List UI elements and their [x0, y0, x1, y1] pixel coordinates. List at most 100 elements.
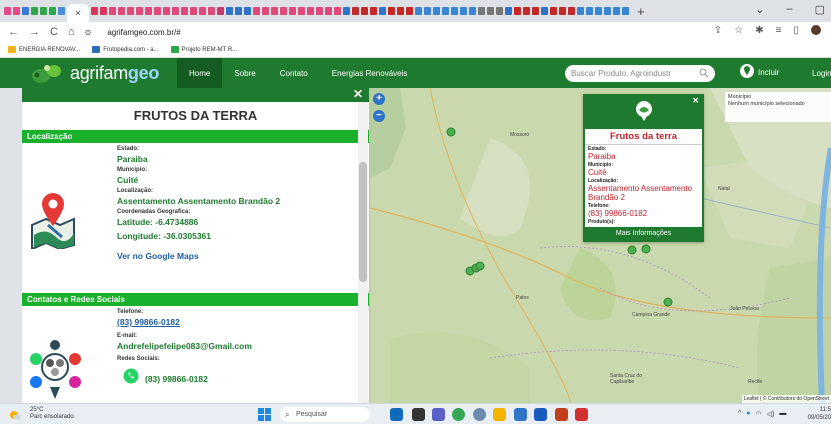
- close-icon[interactable]: ✕: [353, 88, 363, 101]
- login-link[interactable]: Login: [812, 69, 831, 78]
- profile-icon[interactable]: [811, 25, 821, 35]
- map-label-campina: Campina Grande: [632, 312, 671, 318]
- weather-sun-icon[interactable]: [8, 408, 22, 420]
- chevron-up-icon[interactable]: ^: [738, 410, 741, 418]
- search-placeholder: Buscar Produto, Agroindustr: [571, 69, 672, 78]
- pdf-icon[interactable]: [575, 408, 588, 421]
- windows-start-icon[interactable]: [258, 408, 271, 421]
- volume-icon[interactable]: ◁): [767, 410, 775, 418]
- reload-icon[interactable]: C: [50, 26, 58, 38]
- details-panel: ✕ FRUTOS DA TERRA Localização Estado: Pa…: [22, 88, 370, 403]
- lock-icon: ⊜: [84, 27, 92, 37]
- file-explorer-icon[interactable]: [412, 408, 425, 421]
- search-input[interactable]: Buscar Produto, Agroindustr: [565, 65, 715, 82]
- bookmarks-bar: ENERGIA RENOVAV... Frutopedia.com - a...…: [0, 42, 831, 58]
- nav-energias[interactable]: Energias Renováveis: [320, 58, 420, 88]
- sidebar-icon[interactable]: ▯: [793, 25, 799, 36]
- back-icon[interactable]: ←: [8, 26, 19, 38]
- zoom-in-button[interactable]: +: [373, 93, 385, 105]
- site-logo[interactable]: agrifamgeo: [30, 61, 159, 85]
- taskbar-clock[interactable]: 11:5 09/05/20: [800, 406, 831, 422]
- bookmark-projeto[interactable]: Projeto REM-MT R...: [170, 46, 237, 53]
- folder-icon[interactable]: [493, 408, 506, 421]
- battery-icon[interactable]: ▬: [779, 410, 786, 418]
- extensions-icon[interactable]: ✱: [755, 25, 763, 36]
- app-status-icon[interactable]: ●: [746, 410, 750, 418]
- powerpoint-icon[interactable]: [555, 408, 568, 421]
- location-info: Estado: Paraiba Municipio: Cuité Localiz…: [22, 146, 369, 293]
- map-label-joao-pessoa: João Pessoa: [730, 306, 759, 312]
- main-nav: Home Sobre Contato Energias Renováveis: [177, 58, 419, 88]
- weather-widget[interactable]: 25°C Parc ensolarado: [30, 407, 74, 421]
- wifi-icon[interactable]: ◠: [756, 410, 762, 418]
- close-icon[interactable]: ✕: [692, 96, 699, 105]
- minimize-icon[interactable]: –: [786, 3, 792, 16]
- mais-informacoes-button[interactable]: Mais Informações: [585, 227, 702, 240]
- word-icon[interactable]: [534, 408, 547, 421]
- reading-list-icon[interactable]: ≡: [776, 25, 782, 36]
- whatsapp-number: (83) 99866-0182: [145, 373, 208, 384]
- telefone-link[interactable]: (83) 99866-0182: [117, 317, 369, 327]
- search-icon[interactable]: [699, 68, 709, 78]
- store-icon[interactable]: [514, 408, 527, 421]
- email-value[interactable]: Andrefelipefelipe083@Gmail.com: [117, 341, 369, 351]
- nav-sobre[interactable]: Sobre: [222, 58, 267, 88]
- panel-header: ✕: [22, 88, 369, 102]
- map-view[interactable]: + − Mossoró Natal Patos Campina Grande J…: [370, 88, 831, 403]
- popup-title: Frutos da terra: [585, 131, 702, 145]
- estado-label: Estado:: [117, 146, 140, 152]
- map-label-santa-cruz: Santa Cruz do Capibaribe: [610, 373, 642, 385]
- clock-date: 09/05/20: [807, 415, 831, 421]
- forward-icon[interactable]: →: [29, 26, 40, 38]
- tab-favicons[interactable]: ×: [4, 0, 629, 22]
- nav-home[interactable]: Home: [177, 58, 223, 88]
- share-icon[interactable]: ⇪: [714, 25, 722, 36]
- system-tray: ^ ● ◠ ◁) ▬: [738, 410, 786, 418]
- google-maps-link[interactable]: Ver no Google Maps: [117, 251, 369, 261]
- map-pin-illustration-icon: [28, 191, 78, 251]
- scrollbar-thumb[interactable]: [359, 162, 367, 282]
- weather-text: Parc ensolarado: [30, 414, 74, 420]
- panel-scrollbar[interactable]: [358, 102, 368, 403]
- whatsapp-contact[interactable]: (83) 99866-0182: [117, 368, 369, 389]
- map-label-patos: Patos: [516, 295, 529, 301]
- weather-temp: 25°C: [30, 407, 44, 413]
- longitude-value: Longitude: -36.0305361: [117, 231, 212, 241]
- map-popup: ✕ Frutos da terra Estado: Paraiba Munici…: [583, 94, 704, 242]
- popup-estado-value: Paraiba: [588, 152, 616, 161]
- folder-icon: [8, 46, 16, 53]
- taskbar-search[interactable]: ⌕ Pesquisar: [280, 407, 370, 422]
- active-tab[interactable]: ×: [67, 4, 89, 22]
- map-label-recife: Recife: [748, 379, 763, 385]
- municipio-box-text: Nenhum município selecionado: [728, 101, 805, 107]
- chrome-icon[interactable]: [452, 408, 465, 421]
- star-icon[interactable]: ☆: [734, 25, 743, 36]
- bookmark-energia[interactable]: ENERGIA RENOVAV...: [8, 46, 80, 53]
- incluir-button[interactable]: Incluir: [739, 63, 779, 81]
- map-attribution[interactable]: Leaflet | © Contributors do OpenStreet: [741, 395, 831, 403]
- site-navbar: agrifamgeo Home Sobre Contato Energias R…: [0, 58, 831, 88]
- popup-localizacao-value: Assentamento Assentamento Brandão 2: [588, 184, 693, 202]
- popup-produtos-label: Produto(s):: [588, 219, 615, 225]
- chat-icon[interactable]: [432, 408, 445, 421]
- incluir-label: Incluir: [758, 67, 780, 77]
- new-tab-button[interactable]: +: [637, 4, 645, 19]
- window-controls: ⌄ – ▢: [755, 3, 825, 16]
- telefone-label: Telefone:: [117, 309, 144, 315]
- bookmark-frutopedia[interactable]: Frutopedia.com - a...: [92, 46, 159, 53]
- taskbar-search-text: Pesquisar: [296, 411, 328, 418]
- home-icon[interactable]: ⌂: [68, 26, 75, 38]
- nav-contato[interactable]: Contato: [268, 58, 320, 88]
- search-icon: ⌕: [285, 410, 290, 419]
- maximize-icon[interactable]: ▢: [815, 3, 825, 16]
- panel-title: FRUTOS DA TERRA: [133, 108, 258, 123]
- fruit-icon: [92, 46, 101, 53]
- clock-time: 11:5: [819, 407, 831, 413]
- widgets-app-icon[interactable]: [390, 408, 403, 421]
- zoom-out-button[interactable]: −: [373, 110, 385, 122]
- chevron-down-icon[interactable]: ⌄: [755, 3, 764, 16]
- section-localizacao: Localização: [22, 130, 369, 143]
- settings-icon[interactable]: [473, 408, 486, 421]
- map-label-natal: Natal: [718, 186, 730, 192]
- url-text[interactable]: agrifamgeo.com.br/#: [107, 28, 180, 37]
